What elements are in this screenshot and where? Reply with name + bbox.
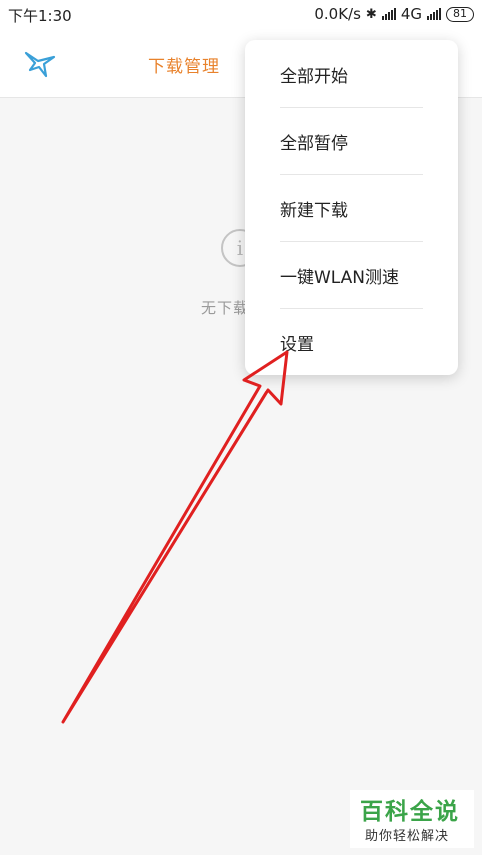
net-speed: 0.0K/s	[314, 5, 361, 23]
network-type: 4G	[400, 5, 422, 23]
signal-icon	[381, 8, 396, 20]
empty-state-text: 无下载	[201, 299, 250, 317]
status-indicators: 0.0K/s ✱ 4G 81	[314, 5, 474, 23]
menu-item-label: 全部开始	[280, 67, 348, 87]
overflow-menu: 全部开始 全部暂停 新建下载 一键WLAN测速 设置	[245, 40, 458, 375]
menu-item-start-all[interactable]: 全部开始	[245, 40, 458, 107]
menu-item-pause-all[interactable]: 全部暂停	[245, 107, 458, 174]
status-bar: 下午1:30 0.0K/s ✱ 4G 81	[0, 0, 482, 28]
menu-item-wlan-speed-test[interactable]: 一键WLAN测速	[245, 241, 458, 308]
menu-item-label: 全部暂停	[280, 134, 348, 154]
bluetooth-icon: ✱	[365, 6, 377, 22]
menu-item-settings[interactable]: 设置	[245, 308, 458, 375]
status-time: 下午1:30	[8, 7, 72, 25]
watermark-logo: 百科全说 助你轻松解决	[350, 790, 474, 848]
battery-indicator: 81	[446, 6, 474, 22]
page-title: 下载管理	[148, 57, 220, 77]
menu-item-label: 一键WLAN测速	[280, 268, 400, 288]
watermark-subtitle: 助你轻松解决	[365, 829, 450, 844]
signal-icon-2	[427, 8, 441, 20]
menu-item-label: 设置	[280, 335, 314, 355]
menu-item-new-download[interactable]: 新建下载	[245, 174, 458, 241]
bird-logo-icon[interactable]	[24, 50, 56, 78]
menu-item-label: 新建下载	[280, 201, 348, 221]
watermark-title: 百科全说	[360, 799, 460, 825]
